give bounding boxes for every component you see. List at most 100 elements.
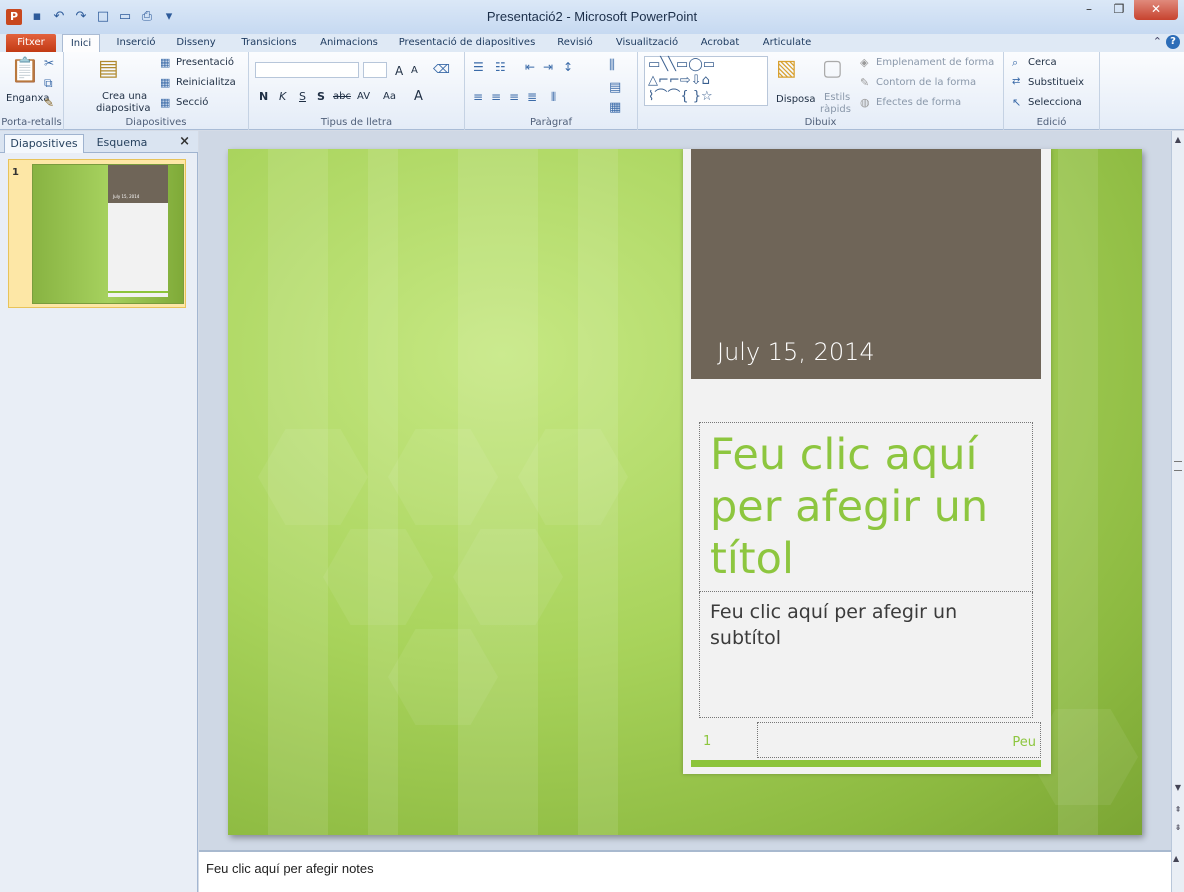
char-spacing-button[interactable]: AV xyxy=(357,91,370,102)
line-spacing-icon[interactable]: ↕ xyxy=(563,60,573,74)
copy-icon[interactable]: ⧉ xyxy=(44,76,53,91)
tab-articulate[interactable]: Articulate xyxy=(755,34,819,52)
slide-scrollbar[interactable]: ▲ ▼ ⇞ ⇟ xyxy=(1171,131,1184,850)
select-icon[interactable]: ↖ xyxy=(1012,96,1021,109)
layout-icon[interactable]: ▦ xyxy=(160,56,170,69)
shape-outline-button[interactable]: Contorn de la forma xyxy=(876,77,976,88)
font-color-button[interactable]: A xyxy=(414,89,423,104)
quick-styles-line2[interactable]: ràpids xyxy=(820,104,851,115)
quick-styles-icon[interactable]: ▢ xyxy=(822,56,843,81)
tab-slides[interactable]: Diapositives xyxy=(4,134,84,153)
italic-button[interactable]: K xyxy=(279,90,286,103)
shadow-button[interactable]: S xyxy=(317,90,325,103)
new-slide-line1[interactable]: Crea una xyxy=(102,91,147,102)
slide-number-placeholder[interactable]: 1 xyxy=(699,722,757,758)
reset-button[interactable]: Reinicialitza xyxy=(176,77,236,88)
shape-effects-button[interactable]: Efectes de forma xyxy=(876,97,961,108)
minimize-button[interactable]: – xyxy=(1074,0,1104,20)
align-left-icon[interactable]: ≡ xyxy=(473,90,483,104)
new-slide-line2[interactable]: diapositiva xyxy=(96,103,150,114)
tab-acrobat[interactable]: Acrobat xyxy=(696,34,744,52)
grow-font-button[interactable]: A xyxy=(395,64,403,78)
help-icon[interactable]: ? xyxy=(1166,35,1180,49)
minimize-ribbon-icon[interactable]: ⌃ xyxy=(1153,35,1162,49)
reset-icon[interactable]: ▦ xyxy=(160,76,170,89)
notes-scrollbar[interactable]: ▲ xyxy=(1171,850,1184,892)
columns-icon[interactable]: ⫴ xyxy=(551,90,556,105)
underline-button[interactable]: S xyxy=(299,90,306,103)
replace-button[interactable]: Substitueix xyxy=(1028,77,1084,88)
arrange-icon[interactable]: ▧ xyxy=(776,56,797,81)
tab-insert[interactable]: Inserció xyxy=(112,34,160,52)
footer-placeholder[interactable]: Peu xyxy=(757,722,1041,758)
align-text-icon[interactable]: ▤ xyxy=(609,80,621,95)
justify-icon[interactable]: ≣ xyxy=(527,90,537,104)
scroll-down-arrow-icon[interactable]: ▼ xyxy=(1172,783,1184,792)
tab-slideshow[interactable]: Presentació de diapositives xyxy=(393,34,541,52)
shape-outline-icon[interactable]: ✎ xyxy=(860,76,869,89)
scroll-thumb-grip[interactable] xyxy=(1174,461,1182,471)
shape-fill-button[interactable]: Emplenament de forma xyxy=(876,57,994,68)
numbering-icon[interactable]: ☷ xyxy=(495,60,506,74)
smartart-icon[interactable]: ▦ xyxy=(609,100,621,115)
align-right-icon[interactable]: ≡ xyxy=(509,90,519,104)
find-button[interactable]: Cerca xyxy=(1028,57,1057,68)
notes-placeholder[interactable]: Feu clic aquí per afegir notes xyxy=(206,861,374,876)
tab-review[interactable]: Revisió xyxy=(552,34,598,52)
bullets-icon[interactable]: ☰ xyxy=(473,60,484,74)
shape-fill-icon[interactable]: ◈ xyxy=(860,56,868,69)
strikethrough-button[interactable]: abc xyxy=(333,91,351,102)
notes-pane[interactable]: Feu clic aquí per afegir notes xyxy=(199,850,1171,892)
tab-view[interactable]: Visualització xyxy=(607,34,687,52)
subtitle-placeholder[interactable]: Feu clic aquí per afegir un subtítol xyxy=(699,592,1033,718)
tab-outline[interactable]: Esquema xyxy=(88,134,156,153)
tab-home[interactable]: Inici xyxy=(62,34,100,52)
shapes-gallery[interactable]: ▭╲╲▭◯▭ △⌐⌐⇨⇩⌂ ⌇⌒⌒{ }☆ xyxy=(644,56,768,106)
slide-thumbnail-selected[interactable]: July 15, 2014 xyxy=(8,159,186,308)
text-direction-icon[interactable]: ⫼ xyxy=(609,58,615,73)
quick-styles-line1[interactable]: Estils xyxy=(824,92,850,103)
subtitle-placeholder-text[interactable]: Feu clic aquí per afegir un subtítol xyxy=(710,599,1020,651)
shrink-font-button[interactable]: A xyxy=(411,65,418,76)
tab-animations[interactable]: Animacions xyxy=(316,34,382,52)
font-name-combo[interactable] xyxy=(255,62,359,78)
section-icon[interactable]: ▦ xyxy=(160,96,170,109)
title-placeholder-text[interactable]: Feu clic aquí per afegir un títol xyxy=(710,429,1026,585)
thumbnail-date: July 15, 2014 xyxy=(113,194,140,199)
slide-canvas[interactable]: July 15, 2014 Feu clic aquí per afegir u… xyxy=(228,149,1142,835)
notes-scroll-up-icon[interactable]: ▲ xyxy=(1173,854,1179,863)
slide-number-text[interactable]: 1 xyxy=(703,734,711,749)
change-case-button[interactable]: Aa xyxy=(383,91,396,102)
replace-icon[interactable]: ⇄ xyxy=(1012,76,1020,87)
arrange-button[interactable]: Disposa xyxy=(776,94,816,105)
tab-transitions[interactable]: Transicions xyxy=(233,34,305,52)
next-slide-icon[interactable]: ⇟ xyxy=(1172,823,1184,832)
paste-button[interactable]: Enganxa xyxy=(6,93,50,104)
footer-text[interactable]: Peu xyxy=(1012,735,1036,750)
close-panel-icon[interactable]: × xyxy=(179,134,190,149)
restore-button[interactable]: ❐ xyxy=(1104,0,1134,20)
paste-icon[interactable]: 📋 xyxy=(10,56,40,84)
previous-slide-icon[interactable]: ⇞ xyxy=(1172,805,1184,814)
new-slide-icon[interactable]: ▤ xyxy=(98,56,119,81)
title-placeholder[interactable]: Feu clic aquí per afegir un títol xyxy=(699,422,1033,592)
layout-button[interactable]: Presentació xyxy=(176,57,234,68)
slide-thumbnail[interactable]: July 15, 2014 xyxy=(32,164,184,304)
scroll-up-arrow-icon[interactable]: ▲ xyxy=(1172,135,1184,144)
format-painter-icon[interactable]: ✎ xyxy=(44,96,54,110)
close-button[interactable]: ✕ xyxy=(1134,0,1178,20)
shape-effects-icon[interactable]: ◍ xyxy=(860,96,870,109)
tab-file[interactable]: Fitxer xyxy=(6,34,56,52)
cut-icon[interactable]: ✂ xyxy=(44,56,54,70)
increase-indent-icon[interactable]: ⇥ xyxy=(543,60,553,74)
find-icon[interactable]: ⌕ xyxy=(1012,56,1018,70)
section-button[interactable]: Secció xyxy=(176,97,208,108)
align-center-icon[interactable]: ≡ xyxy=(491,90,501,104)
decrease-indent-icon[interactable]: ⇤ xyxy=(525,60,535,74)
bold-button[interactable]: N xyxy=(259,90,268,103)
select-button[interactable]: Selecciona xyxy=(1028,97,1082,108)
slide-date[interactable]: July 15, 2014 xyxy=(717,338,875,366)
font-size-combo[interactable] xyxy=(363,62,387,78)
clear-format-icon[interactable]: ⌫ xyxy=(433,62,450,76)
tab-design[interactable]: Disseny xyxy=(172,34,220,52)
